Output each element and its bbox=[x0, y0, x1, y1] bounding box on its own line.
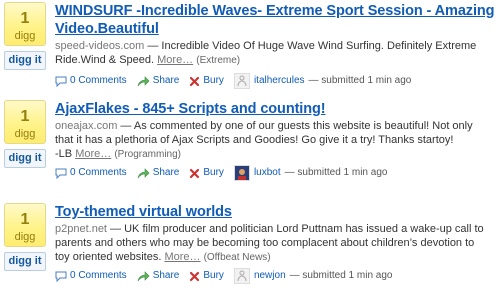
user-avatar[interactable] bbox=[233, 268, 250, 284]
share-link[interactable]: Share bbox=[137, 268, 180, 284]
description-text: parents and others who may be becoming t… bbox=[55, 237, 475, 249]
bury-x-icon bbox=[190, 76, 200, 86]
submitted-time: — submitted 1 min ago bbox=[284, 167, 388, 178]
story-meta: 0 Comments Share Bury italhercules — sub… bbox=[55, 73, 495, 89]
digg-count-label: digg bbox=[14, 231, 36, 243]
share-label: Share bbox=[152, 270, 180, 281]
story-title-link[interactable]: WINDSURF -Incredible Waves- Extreme Spor… bbox=[55, 2, 495, 38]
user-avatar-icon bbox=[234, 166, 249, 180]
story-description: speed-videos.com — Incredible Video Of H… bbox=[55, 39, 495, 68]
user-avatar-icon bbox=[234, 74, 249, 88]
digg-count: 1 bbox=[20, 10, 30, 27]
bury-link[interactable]: Bury bbox=[189, 165, 224, 181]
bury-label: Bury bbox=[203, 270, 224, 281]
story-meta: 0 Comments Share Bury newjon — submitted… bbox=[55, 268, 495, 284]
digg-column: 1 digg digg it bbox=[4, 2, 46, 70]
description-text: — UK film producer and politician Lord P… bbox=[107, 223, 484, 235]
digg-count: 1 bbox=[20, 211, 30, 228]
share-label: Share bbox=[152, 75, 180, 86]
topic-label: (Programming) bbox=[114, 149, 181, 160]
username-link[interactable]: luxbot bbox=[254, 165, 281, 181]
story-source: oneajax.com bbox=[55, 120, 118, 132]
story-title-link[interactable]: AjaxFlakes - 845+ Scripts and counting! bbox=[55, 100, 495, 118]
more-link[interactable]: More… bbox=[75, 148, 111, 160]
user-avatar[interactable] bbox=[233, 73, 250, 89]
username-link[interactable]: newjon bbox=[254, 268, 286, 284]
submitted-time: — submitted 1 min ago bbox=[308, 75, 412, 86]
description-text: toy oriented websites. bbox=[55, 251, 162, 263]
topic-label: (Extreme) bbox=[196, 55, 241, 66]
digg-count-badge: 1 digg bbox=[4, 100, 46, 144]
story-title-line: Video.Beautiful bbox=[55, 21, 159, 37]
story-body: Toy-themed virtual worlds p2pnet.net — U… bbox=[55, 203, 495, 284]
digg-count: 1 bbox=[20, 108, 30, 125]
digg-count-badge: 1 digg bbox=[4, 203, 46, 247]
story-body: WINDSURF -Incredible Waves- Extreme Spor… bbox=[55, 2, 495, 89]
story-description: oneajax.com — As commented by one of our… bbox=[55, 119, 495, 162]
digg-column: 1 digg digg it bbox=[4, 100, 46, 168]
comments-label: 0 Comments bbox=[70, 75, 127, 86]
digg-it-button[interactable]: digg it bbox=[4, 149, 46, 168]
description-text: — As commented by one of our guests this… bbox=[117, 120, 473, 132]
share-arrow-icon bbox=[137, 270, 150, 281]
digg-count-label: digg bbox=[14, 30, 36, 42]
bury-label: Bury bbox=[203, 75, 224, 86]
more-link[interactable]: More… bbox=[157, 54, 193, 66]
comment-icon bbox=[55, 271, 67, 282]
story-title-line: AjaxFlakes - 845+ Scripts and counting! bbox=[55, 101, 326, 117]
share-arrow-icon bbox=[137, 75, 150, 86]
topic-label: (Offbeat News) bbox=[203, 252, 271, 263]
more-link[interactable]: More… bbox=[164, 251, 200, 263]
user-avatar-icon bbox=[234, 269, 249, 283]
story-item: 1 digg digg it AjaxFlakes - 845+ Scripts… bbox=[0, 100, 500, 188]
story-source: speed-videos.com bbox=[55, 40, 145, 52]
username-link[interactable]: italhercules bbox=[254, 73, 305, 89]
story-body: AjaxFlakes - 845+ Scripts and counting! … bbox=[55, 100, 495, 181]
comment-icon bbox=[55, 168, 67, 179]
bury-x-icon bbox=[190, 168, 200, 178]
story-source: p2pnet.net bbox=[55, 223, 107, 235]
story-description: p2pnet.net — UK film producer and politi… bbox=[55, 222, 495, 265]
story-meta: 0 Comments Share Bury luxbot — submitted… bbox=[55, 165, 495, 181]
comments-link[interactable]: 0 Comments bbox=[55, 268, 127, 284]
story-item: 1 digg digg it WINDSURF -Incredible Wave… bbox=[0, 2, 500, 90]
description-text: — Incredible Video Of Huge Wave Wind Sur… bbox=[144, 40, 477, 52]
share-arrow-icon bbox=[137, 167, 150, 178]
digg-count-badge: 1 digg bbox=[4, 2, 46, 46]
digg-it-button[interactable]: digg it bbox=[4, 252, 46, 271]
digg-column: 1 digg digg it bbox=[4, 203, 46, 271]
bury-label: Bury bbox=[203, 167, 224, 178]
description-text: -LB bbox=[55, 148, 73, 160]
story-title-line: Toy-themed virtual worlds bbox=[55, 204, 232, 220]
share-link[interactable]: Share bbox=[137, 73, 180, 89]
story-title-link[interactable]: Toy-themed virtual worlds bbox=[55, 203, 495, 221]
submitted-time: — submitted 1 min ago bbox=[289, 270, 393, 281]
comments-link[interactable]: 0 Comments bbox=[55, 73, 127, 89]
share-label: Share bbox=[152, 167, 180, 178]
bury-x-icon bbox=[190, 271, 200, 281]
description-text: that it has a plethoria of Ajax Scripts … bbox=[55, 134, 454, 146]
story-title-line: WINDSURF -Incredible Waves- Extreme Spor… bbox=[55, 3, 495, 19]
bury-link[interactable]: Bury bbox=[189, 73, 224, 89]
digg-count-label: digg bbox=[14, 128, 36, 140]
comment-icon bbox=[55, 76, 67, 87]
story-item: 1 digg digg it Toy-themed virtual worlds… bbox=[0, 203, 500, 289]
digg-it-button[interactable]: digg it bbox=[4, 51, 46, 70]
comments-link[interactable]: 0 Comments bbox=[55, 165, 127, 181]
user-avatar[interactable] bbox=[233, 165, 250, 181]
comments-label: 0 Comments bbox=[70, 270, 127, 281]
share-link[interactable]: Share bbox=[137, 165, 180, 181]
description-text: Ride.Wind & Speed. bbox=[55, 54, 155, 66]
comments-label: 0 Comments bbox=[70, 167, 127, 178]
bury-link[interactable]: Bury bbox=[189, 268, 224, 284]
